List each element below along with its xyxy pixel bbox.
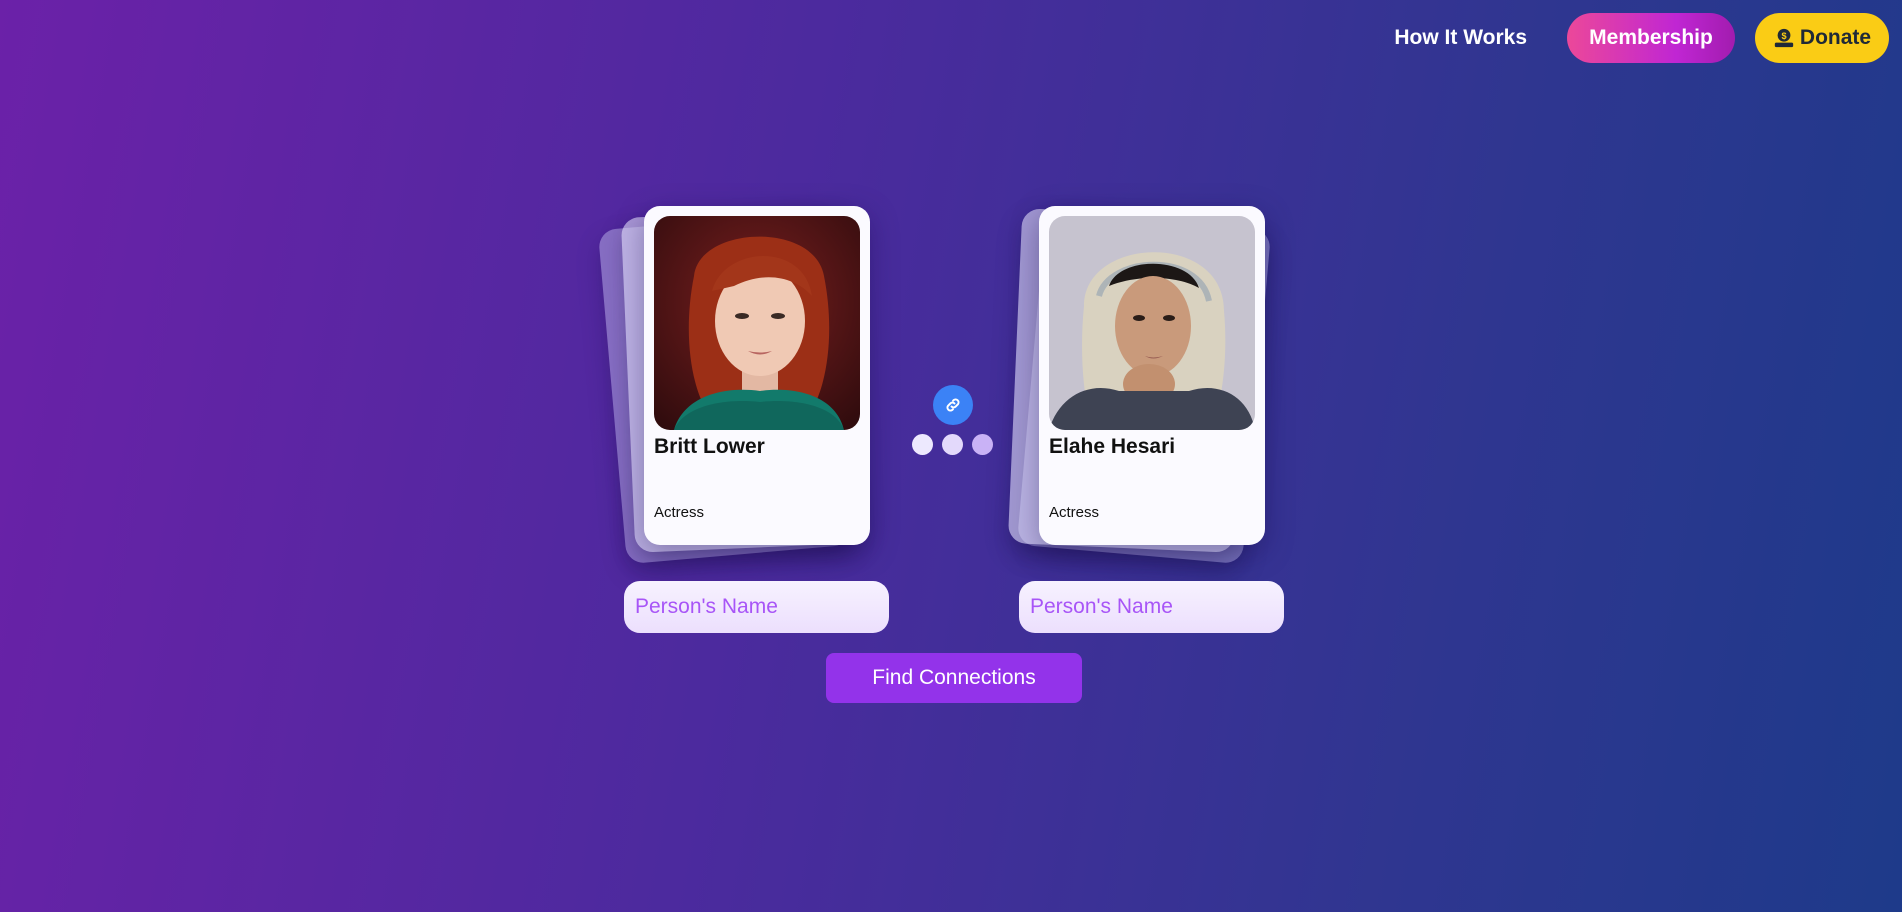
person-photo-right (1049, 216, 1255, 430)
person-name-input-left[interactable] (624, 581, 889, 633)
person-role-left: Actress (654, 504, 705, 521)
membership-button[interactable]: Membership (1567, 13, 1735, 63)
loading-dot (912, 434, 933, 455)
person-role-right: Actress (1049, 504, 1100, 521)
find-connections-label: Find Connections (872, 666, 1036, 689)
how-it-works-link[interactable]: How It Works (1394, 26, 1527, 50)
person-card-left[interactable]: Britt Lower Actress (644, 206, 870, 545)
person-photo-left (654, 216, 860, 430)
loading-dot (942, 434, 963, 455)
svg-text:$: $ (1781, 31, 1786, 41)
person-card-stack-right: Elahe Hesari Actress (1007, 205, 1272, 565)
link-icon-badge (933, 385, 973, 425)
link-chain-icon (946, 398, 960, 412)
find-connections-button[interactable]: Find Connections (826, 653, 1082, 703)
person-name-left: Britt Lower (654, 435, 765, 458)
person-card-right[interactable]: Elahe Hesari Actress (1039, 206, 1265, 545)
top-nav: How It Works Membership $ Donate (1394, 13, 1889, 63)
person-card-stack-left: Britt Lower Actress (597, 205, 870, 565)
loading-dot (972, 434, 993, 455)
loading-dots (912, 434, 1002, 455)
membership-label: Membership (1589, 26, 1713, 49)
donate-button[interactable]: $ Donate (1755, 13, 1889, 63)
donate-hand-coin-icon: $ (1774, 28, 1794, 48)
person-name-right: Elahe Hesari (1049, 435, 1176, 458)
donate-label: Donate (1799, 26, 1872, 49)
person-name-input-right[interactable] (1019, 581, 1284, 633)
